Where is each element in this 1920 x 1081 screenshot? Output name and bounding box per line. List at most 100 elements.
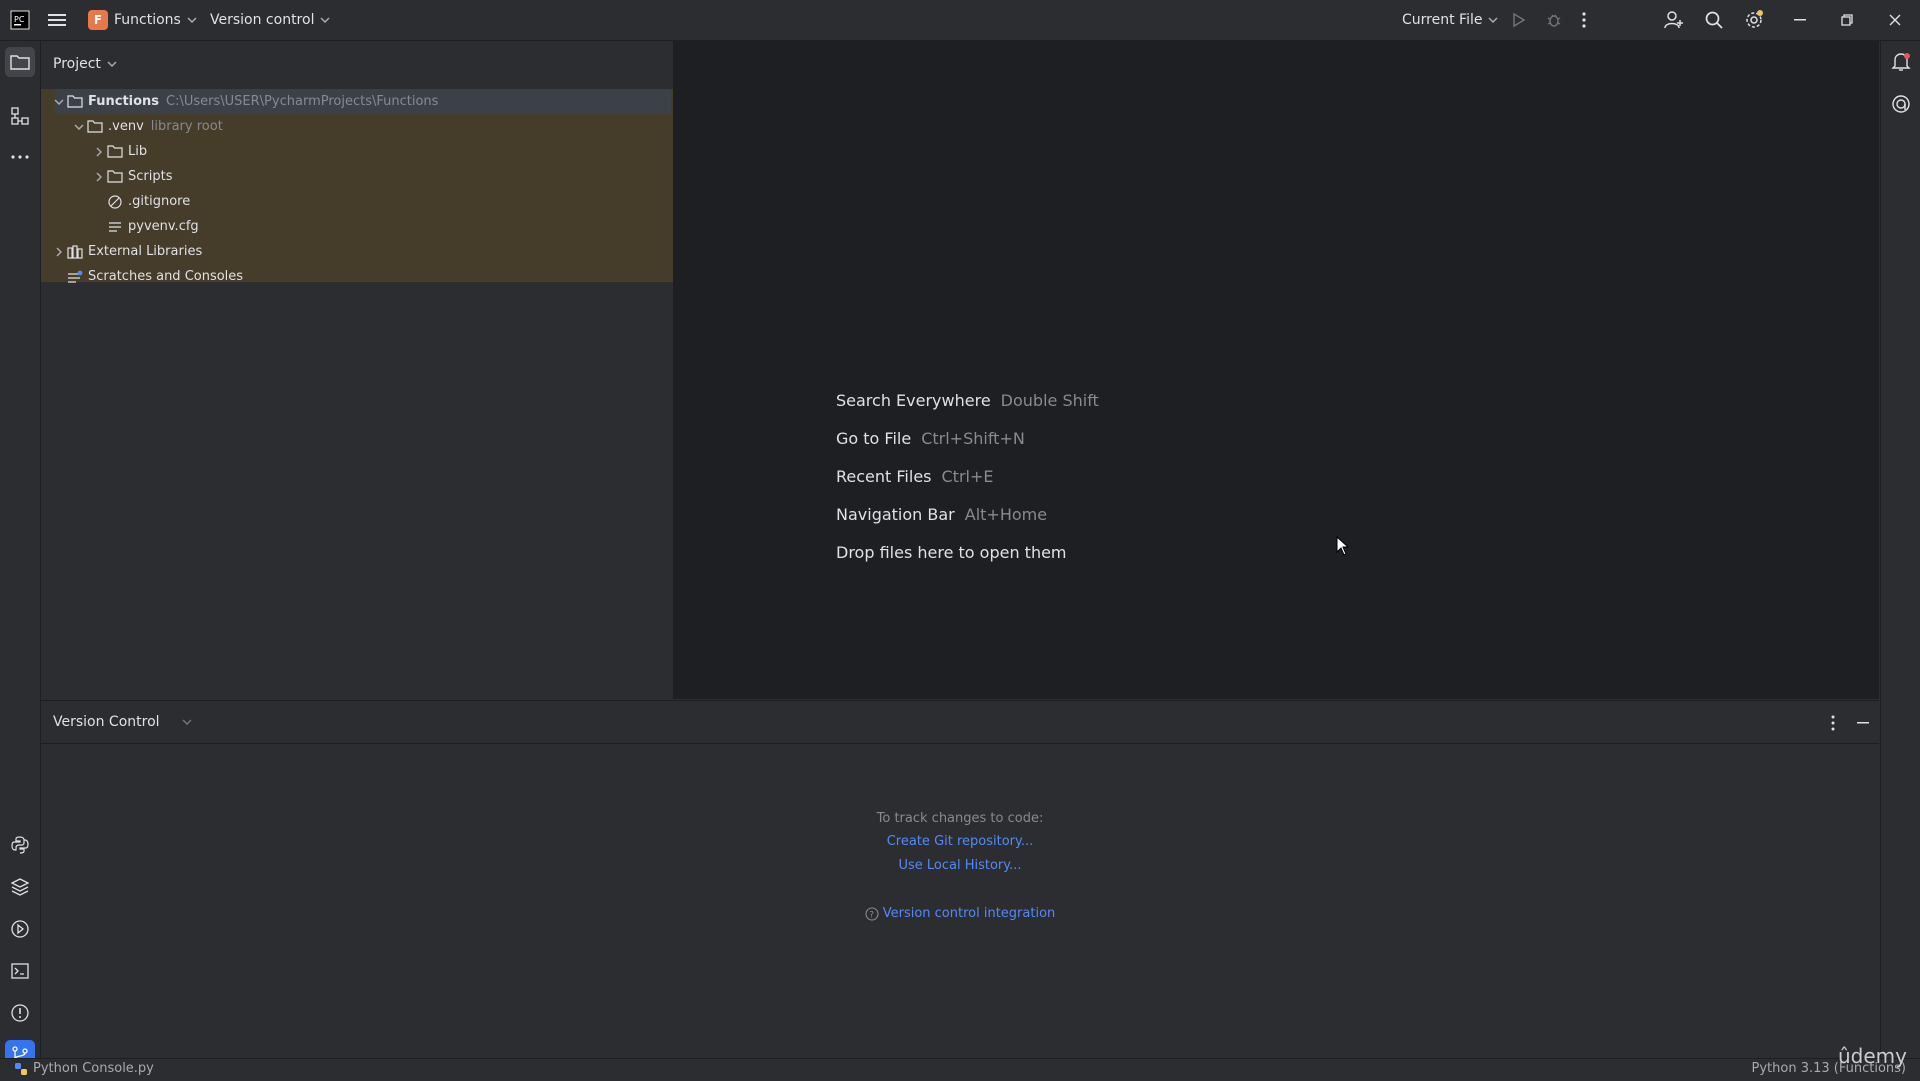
hint-action: Navigation Bar xyxy=(836,505,955,524)
help-icon: ? xyxy=(865,906,879,921)
folder-icon xyxy=(10,55,30,70)
chevron-right-icon[interactable] xyxy=(91,144,107,160)
more-horizontal-icon xyxy=(11,155,29,159)
run-config-label: Current File xyxy=(1402,12,1483,28)
options-icon[interactable] xyxy=(1831,715,1835,731)
tree-item-label: .gitignore xyxy=(128,194,191,209)
svg-text:?: ? xyxy=(869,910,874,920)
tree-item-scripts[interactable]: Scripts xyxy=(41,164,723,189)
tree-item-label: Scripts xyxy=(128,169,173,184)
title-bar: PC F Functions Version control Current F… xyxy=(0,0,1920,41)
chevron-down-icon[interactable] xyxy=(51,94,67,110)
hint-search-everywhere: Search Everywhere Double Shift xyxy=(836,391,1099,410)
ai-assistant-button[interactable] xyxy=(1881,86,1920,122)
chevron-right-icon[interactable] xyxy=(51,244,67,260)
chevron-down-icon xyxy=(1488,17,1498,23)
project-name: Functions xyxy=(114,12,181,28)
tree-item-label: Functions xyxy=(88,94,160,109)
search-icon[interactable] xyxy=(1705,0,1723,40)
vc-prompt: To track changes to code: xyxy=(876,811,1044,826)
notifications-button[interactable] xyxy=(1881,44,1920,80)
text-file-icon xyxy=(107,219,123,235)
create-git-repository-link[interactable]: Create Git repository... xyxy=(887,834,1034,849)
tree-item-pyvenv-cfg[interactable]: pyvenv.cfg xyxy=(41,214,739,239)
settings-gear-icon[interactable] xyxy=(1744,0,1764,40)
tree-item-external-libraries[interactable]: External Libraries xyxy=(41,239,683,264)
hint-recent-files: Recent Files Ctrl+E xyxy=(836,467,993,486)
version-control-integration-link[interactable]: Version control integration xyxy=(883,906,1056,921)
restore-window-button[interactable] xyxy=(1841,0,1853,40)
svg-text:PC: PC xyxy=(14,15,25,24)
tree-item-venv[interactable]: .venv library root xyxy=(41,114,703,139)
hint-go-to-file: Go to File Ctrl+Shift+N xyxy=(836,429,1025,448)
tree-item-lib[interactable]: Lib xyxy=(41,139,723,164)
chevron-down-icon xyxy=(320,17,330,23)
chevron-down-icon[interactable] xyxy=(182,719,192,725)
services-tool-button[interactable] xyxy=(0,911,40,947)
hint-shortcut: Alt+Home xyxy=(964,505,1048,524)
terminal-icon xyxy=(11,963,29,979)
python-icon xyxy=(11,836,29,854)
scratches-icon xyxy=(67,269,83,285)
minimize-window-button[interactable] xyxy=(1794,0,1806,40)
vc-integration-wrap: ? Version control integration xyxy=(41,906,1879,921)
version-control-menu[interactable]: Version control xyxy=(210,0,330,40)
folder-icon xyxy=(67,94,83,110)
tree-item-functions[interactable]: Functions C:\Users\USER\PycharmProjects\… xyxy=(41,89,683,114)
folder-icon xyxy=(107,169,123,185)
chevron-down-icon xyxy=(187,17,197,23)
tree-item-label: pyvenv.cfg xyxy=(128,219,199,234)
hint-action: Go to File xyxy=(836,429,912,448)
use-local-history-link[interactable]: Use Local History... xyxy=(898,858,1021,873)
ignored-file-icon xyxy=(107,194,123,210)
left-tool-strip xyxy=(0,41,41,1070)
project-badge-icon: F xyxy=(88,10,108,30)
udemy-watermark: ûdemy xyxy=(1838,1044,1907,1068)
status-bar: Python Console.py Python 3.13 (Functions… xyxy=(0,1058,1920,1081)
services-play-icon xyxy=(11,920,29,938)
chevron-right-icon[interactable] xyxy=(91,169,107,185)
folder-icon xyxy=(107,144,123,160)
bell-icon xyxy=(1891,53,1911,71)
status-breadcrumb[interactable]: Python Console.py xyxy=(14,1061,154,1076)
terminal-tool-button[interactable] xyxy=(0,953,40,989)
python-file-icon xyxy=(15,1062,27,1075)
close-window-button[interactable] xyxy=(1889,0,1901,40)
right-tool-strip xyxy=(1880,41,1920,1058)
mouse-cursor-icon xyxy=(1336,536,1350,556)
code-with-me-icon[interactable] xyxy=(1664,0,1684,40)
library-icon xyxy=(67,244,83,260)
chevron-down-icon[interactable] xyxy=(71,119,87,135)
chevron-down-icon xyxy=(107,61,117,67)
project-panel-header[interactable]: Project xyxy=(53,53,117,75)
hint-shortcut: Double Shift xyxy=(1000,391,1099,410)
python-packages-tool-button[interactable] xyxy=(0,869,40,905)
problems-icon xyxy=(11,1004,29,1022)
more-actions-icon[interactable] xyxy=(1582,0,1586,40)
hint-drop-files: Drop files here to open them xyxy=(836,543,1067,562)
ai-assistant-icon xyxy=(1892,95,1910,113)
more-tool-windows-button[interactable] xyxy=(0,139,40,175)
main-menu-icon[interactable] xyxy=(48,0,66,40)
hint-navigation-bar: Navigation Bar Alt+Home xyxy=(836,505,1047,524)
status-file-name: Python Console.py xyxy=(33,1061,154,1076)
editor-empty-area[interactable]: Search Everywhere Double Shift Go to File… xyxy=(674,41,1879,699)
pycharm-logo-icon[interactable]: PC xyxy=(10,0,30,40)
project-tool-button[interactable] xyxy=(0,44,40,80)
tree-item-path: C:\Users\USER\PycharmProjects\Functions xyxy=(166,94,439,109)
problems-tool-button[interactable] xyxy=(0,995,40,1031)
python-console-tool-button[interactable] xyxy=(0,827,40,863)
tree-item-label: External Libraries xyxy=(88,244,203,259)
hint-shortcut: Ctrl+E xyxy=(941,467,994,486)
tree-item-label: Scratches and Consoles xyxy=(88,269,244,284)
tree-item-gitignore[interactable]: .gitignore xyxy=(41,189,739,214)
tree-item-scratches[interactable]: Scratches and Consoles xyxy=(41,264,699,289)
hide-panel-icon[interactable] xyxy=(1857,722,1869,724)
debug-icon[interactable] xyxy=(1546,0,1562,40)
run-icon[interactable] xyxy=(1512,0,1526,40)
project-panel-title: Project xyxy=(53,56,101,72)
run-config-selector[interactable]: Current File xyxy=(1402,0,1498,40)
structure-tool-button[interactable] xyxy=(0,98,40,134)
version-control-header[interactable]: Version Control xyxy=(53,711,192,733)
project-selector[interactable]: F Functions xyxy=(88,0,197,40)
